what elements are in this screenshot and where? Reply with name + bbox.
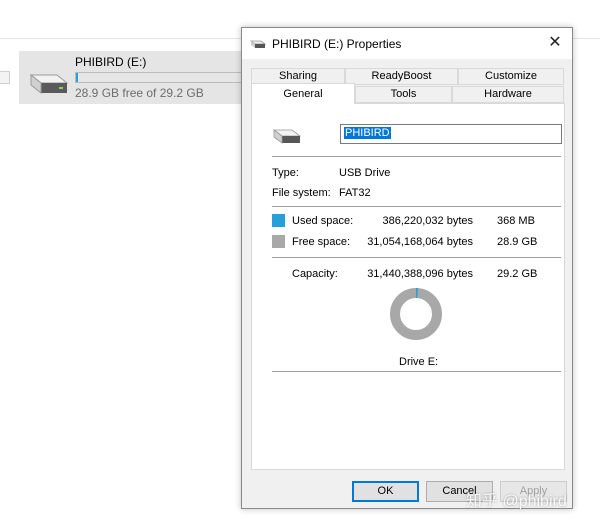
tab-readyboost[interactable]: ReadyBoost (345, 68, 458, 85)
drive-usage-bar (75, 72, 250, 83)
free-space-swatch (272, 235, 285, 248)
drive-caption: Drive E: (399, 356, 439, 368)
used-space-swatch (272, 214, 285, 227)
drive-tile-phibird[interactable]: PHIBIRD (E:) 28.9 GB free of 29.2 GB (19, 51, 259, 104)
used-space-bytes: 386,220,032 bytes (382, 215, 473, 227)
drive-free-text: 28.9 GB free of 29.2 GB (75, 86, 204, 100)
volume-label-input[interactable]: PHIBIRD (340, 124, 562, 144)
tab-customize[interactable]: Customize (458, 68, 564, 85)
properties-dialog: PHIBIRD (E:) Properties ✕ Sharing ReadyB… (241, 27, 573, 509)
filesystem-value: FAT32 (339, 187, 371, 199)
capacity-size: 29.2 GB (497, 268, 538, 280)
used-space-label: Used space: (292, 215, 354, 227)
watermark-text: 知乎 @phibird (466, 493, 567, 510)
separator (272, 206, 561, 207)
general-panel: PHIBIRD Type: USB Drive File system: FAT… (251, 103, 565, 470)
ok-button[interactable]: OK (352, 481, 419, 502)
drive-usage-fill (76, 73, 79, 82)
used-space-size: 368 MB (497, 215, 535, 227)
tab-general[interactable]: General (251, 83, 355, 104)
usb-drive-icon (272, 127, 302, 148)
dialog-titlebar[interactable]: PHIBIRD (E:) Properties ✕ (242, 28, 572, 59)
separator (272, 257, 561, 258)
free-space-size: 28.9 GB (497, 236, 538, 248)
filesystem-label: File system: (272, 187, 331, 199)
free-space-bytes: 31,054,168,064 bytes (367, 236, 473, 248)
usage-donut-chart (390, 288, 442, 340)
volume-label-text: PHIBIRD (344, 127, 391, 139)
capacity-label: Capacity: (292, 268, 338, 280)
explorer-partial-item[interactable] (0, 71, 10, 84)
donut-free-arc (390, 288, 442, 340)
capacity-bytes: 31,440,388,096 bytes (367, 268, 473, 280)
separator (272, 156, 561, 157)
separator (272, 371, 561, 372)
tab-hardware[interactable]: Hardware (452, 86, 564, 103)
tab-tools[interactable]: Tools (355, 86, 452, 103)
usb-drive-title-icon (249, 40, 267, 52)
type-label: Type: (272, 167, 299, 179)
usb-drive-icon (27, 71, 69, 100)
drive-name: PHIBIRD (E:) (75, 55, 147, 69)
dialog-title: PHIBIRD (E:) Properties (272, 37, 402, 51)
free-space-label: Free space: (292, 236, 351, 248)
close-icon[interactable]: ✕ (538, 28, 572, 59)
type-value: USB Drive (339, 167, 391, 179)
